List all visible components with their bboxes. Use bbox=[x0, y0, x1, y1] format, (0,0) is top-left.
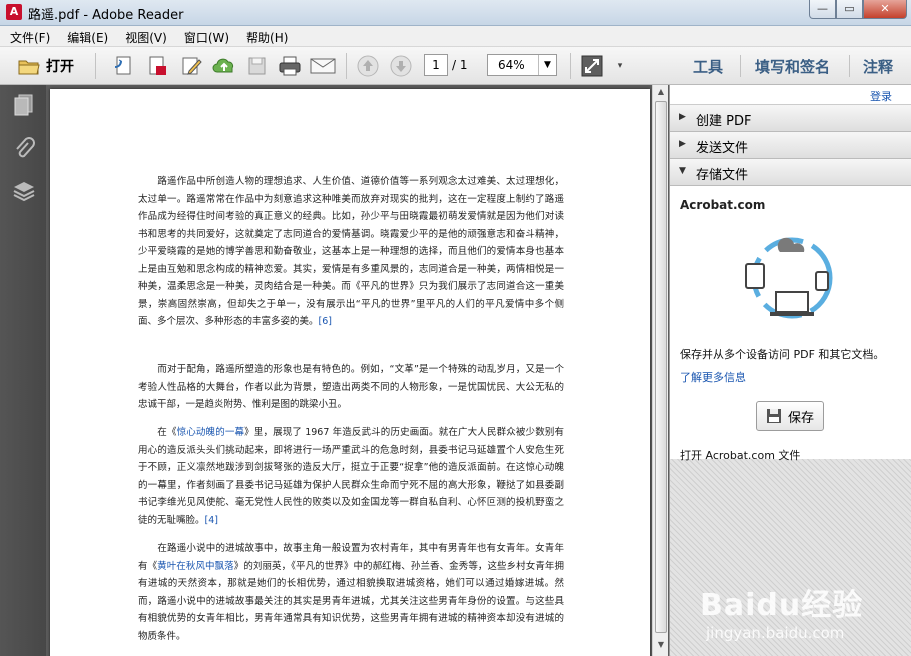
window-title: 路遥.pdf - Adobe Reader bbox=[28, 8, 184, 23]
login-bar: 登录 bbox=[670, 85, 911, 105]
next-page-icon[interactable] bbox=[388, 54, 414, 78]
store-files-panel: Acrobat.com 保存并从多个设备访问 PDF 和其它文档。 了解更多信息… bbox=[670, 186, 911, 448]
inline-link[interactable]: 惊心动魄的一幕 bbox=[177, 427, 245, 438]
close-button[interactable]: ✕ bbox=[863, 0, 907, 19]
chevron-down-icon[interactable]: ▼ bbox=[538, 55, 556, 75]
paragraph: 在《惊心动魄的一幕》里，展现了 1967 年造反武斗的历史画面。就在广大人民群众… bbox=[138, 424, 564, 529]
section-label: 发送文件 bbox=[696, 141, 749, 156]
zoom-select[interactable]: 64% ▼ bbox=[487, 54, 557, 76]
citation-link[interactable]: [6] bbox=[319, 316, 332, 327]
minimize-button[interactable]: — bbox=[809, 0, 836, 19]
save-button-label: 保存 bbox=[787, 410, 814, 426]
paragraph: 而对于配角，路遥所塑造的形象也是有特色的。例如，“文革”是一个特殊的动乱岁月，又… bbox=[138, 361, 564, 414]
window-controls: — ▭ ✕ bbox=[809, 0, 907, 19]
open-button[interactable]: 打开 bbox=[10, 54, 82, 78]
paragraph-text: 》的刘丽英，《平凡的世界》中的郝红梅、孙兰香、金秀等，这些乡村女青年拥有进城的天… bbox=[138, 560, 564, 642]
paragraph-text: 而对于配角，路遥所塑造的形象也是有特色的。例如，“文革”是一个特殊的动乱岁月，又… bbox=[138, 364, 564, 410]
more-tools-icon[interactable]: ▾ bbox=[613, 54, 627, 78]
toolbar: 打开 1 / 1 64% ▼ ▾ 工具 填写和签名 注释 bbox=[0, 47, 911, 85]
save-icon[interactable] bbox=[246, 54, 268, 78]
layers-icon[interactable] bbox=[12, 179, 36, 203]
menu-edit[interactable]: 编辑(E) bbox=[57, 26, 115, 46]
paragraph-text: 》里，展现了 1967 年造反武斗的历史画面。就在广大人民群众被少数别有用心的造… bbox=[138, 427, 564, 526]
triangle-right-icon: ▶ bbox=[679, 139, 686, 149]
scroll-thumb[interactable] bbox=[655, 101, 667, 633]
upload-cloud-icon[interactable] bbox=[212, 54, 236, 78]
menu-view[interactable]: 视图(V) bbox=[115, 26, 174, 46]
login-link[interactable]: 登录 bbox=[870, 88, 892, 104]
fit-page-icon[interactable] bbox=[578, 54, 606, 78]
paragraph: 路遥作品中所创造人物的理想追求、人生价值、道德价值等一系列观念太过难美、太过理想… bbox=[138, 173, 564, 331]
watermark-url: jingyan.baidu.com bbox=[706, 624, 845, 642]
page-total: / 1 bbox=[452, 58, 468, 72]
page-thumbnails-icon[interactable] bbox=[12, 93, 36, 117]
learn-more-link[interactable]: 了解更多信息 bbox=[680, 369, 746, 385]
title-bar: A 路遥.pdf - Adobe Reader — ▭ ✕ bbox=[0, 0, 911, 26]
fill-sign-pane-button[interactable]: 填写和签名 bbox=[755, 56, 830, 77]
section-send-files[interactable]: ▶ 发送文件 bbox=[670, 132, 911, 159]
create-pdf-icon[interactable] bbox=[145, 54, 169, 78]
email-icon[interactable] bbox=[309, 54, 337, 78]
maximize-button[interactable]: ▭ bbox=[836, 0, 863, 19]
store-description: 保存并从多个设备访问 PDF 和其它文档。 bbox=[680, 348, 885, 361]
section-store-files[interactable]: ▼ 存储文件 bbox=[670, 159, 911, 186]
menu-file[interactable]: 文件(F) bbox=[0, 26, 57, 46]
inline-link[interactable]: 黄叶在秋风中飘落 bbox=[157, 561, 234, 572]
toolbar-separator bbox=[570, 53, 571, 79]
acrobat-title: Acrobat.com bbox=[680, 198, 766, 212]
document-viewport[interactable]: 路遥作品中所创造人物的理想追求、人生价值、道德价值等一系列观念太过难美、太过理想… bbox=[46, 85, 652, 656]
save-to-acrobat-button[interactable]: 保存 bbox=[756, 401, 824, 431]
open-label: 打开 bbox=[46, 59, 74, 75]
toolbar-separator bbox=[95, 53, 96, 79]
scroll-down-arrow[interactable]: ▼ bbox=[655, 640, 667, 654]
convert-icon[interactable] bbox=[112, 54, 136, 78]
section-create-pdf[interactable]: ▶ 创建 PDF bbox=[670, 105, 911, 132]
folder-icon bbox=[18, 60, 40, 75]
previous-page-icon[interactable] bbox=[355, 54, 381, 78]
comment-pane-button[interactable]: 注释 bbox=[863, 56, 893, 77]
print-icon[interactable] bbox=[277, 54, 303, 78]
adobe-reader-icon: A bbox=[6, 4, 22, 20]
scroll-up-arrow[interactable]: ▲ bbox=[655, 87, 667, 101]
triangle-down-icon: ▼ bbox=[679, 166, 686, 176]
tools-pane-button[interactable]: 工具 bbox=[693, 56, 723, 77]
paragraph-text: 在《 bbox=[138, 427, 177, 438]
paragraph-text: 路遥作品中所创造人物的理想追求、人生价值、道德价值等一系列观念太过难美、太过理想… bbox=[138, 176, 564, 327]
save-icon bbox=[766, 409, 781, 423]
toolbar-separator bbox=[346, 53, 347, 79]
pdf-page: 路遥作品中所创造人物的理想追求、人生价值、道德价值等一系列观念太过难美、太过理想… bbox=[50, 89, 650, 656]
page-number-input[interactable]: 1 bbox=[424, 54, 448, 76]
navigation-pane bbox=[0, 85, 46, 656]
triangle-right-icon: ▶ bbox=[679, 112, 686, 122]
paragraph: 在路遥小说中的进城故事中，故事主角一般设置为农村青年，其中有男青年也有女青年。女… bbox=[138, 540, 564, 645]
vertical-scrollbar[interactable]: ▲ ▼ bbox=[652, 85, 668, 656]
section-label: 存储文件 bbox=[696, 168, 749, 183]
baidu-watermark: Baidu经验 jingyan.baidu.com bbox=[700, 580, 863, 642]
toolbar-separator bbox=[740, 55, 741, 77]
menu-help[interactable]: 帮助(H) bbox=[236, 26, 295, 46]
cloud-sync-illustration bbox=[745, 237, 833, 319]
section-label: 创建 PDF bbox=[696, 114, 752, 129]
tasks-pane: 登录 ▶ 创建 PDF ▶ 发送文件 ▼ 存储文件 Acrobat.com 保存并从多… bbox=[669, 85, 911, 656]
watermark-brand: Baidu经验 bbox=[700, 588, 864, 623]
edit-sign-icon[interactable] bbox=[179, 54, 203, 78]
attachments-icon[interactable] bbox=[12, 137, 36, 161]
menu-bar: 文件(F) 编辑(E) 视图(V) 窗口(W) 帮助(H) bbox=[0, 26, 911, 47]
menu-window[interactable]: 窗口(W) bbox=[174, 26, 236, 46]
open-acrobat-link[interactable]: 打开 Acrobat.com 文件 bbox=[680, 447, 800, 463]
toolbar-separator bbox=[849, 55, 850, 77]
citation-link[interactable]: [4] bbox=[205, 515, 218, 526]
zoom-value: 64% bbox=[498, 58, 525, 72]
